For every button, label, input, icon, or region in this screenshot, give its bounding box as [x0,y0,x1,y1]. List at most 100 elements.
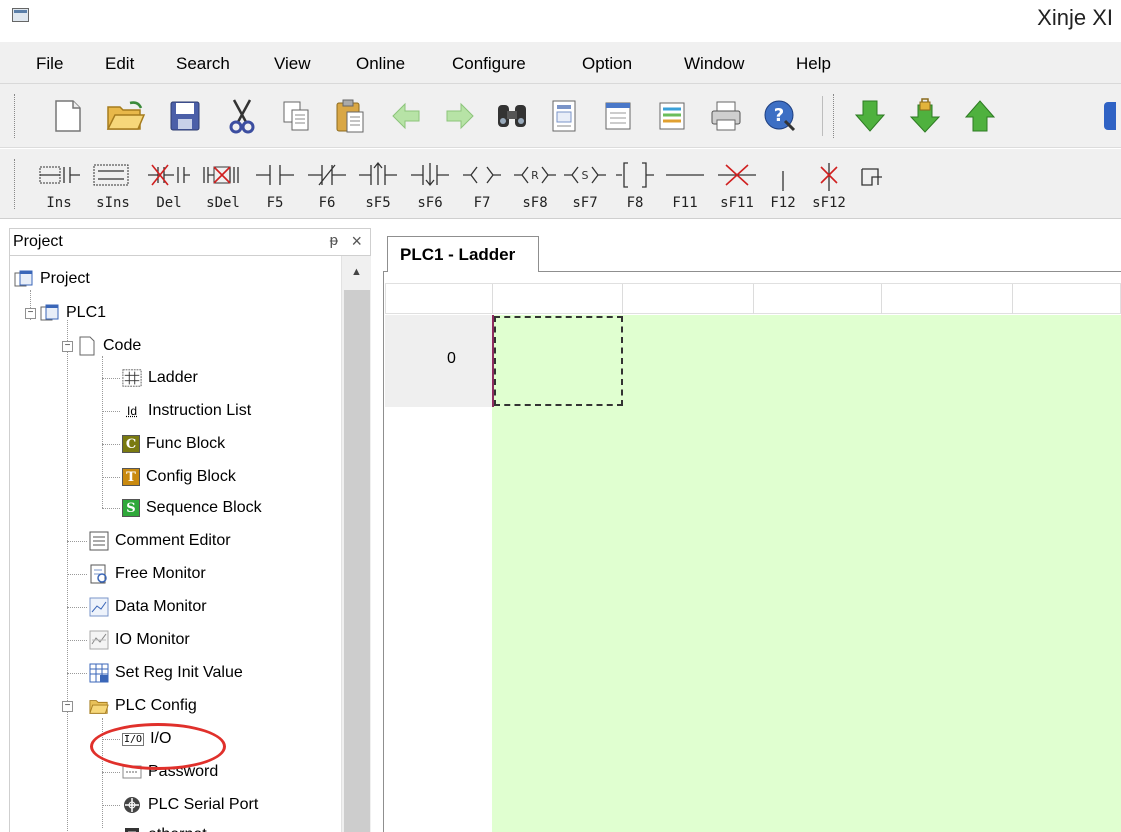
tree-connector [67,320,68,832]
menu-option[interactable]: Option [582,54,632,74]
menu-online[interactable]: Online [356,54,405,74]
instruction-button[interactable]: F8 [612,155,658,213]
compile-icon[interactable] [544,96,584,136]
tree-item-instruction-list[interactable]: Id Instruction List [122,396,251,426]
shift-insert-button[interactable]: sIns [90,155,136,213]
rising-edge-button[interactable]: sF5 [355,155,401,213]
tree-item-plc-serial-port[interactable]: PLC Serial Port [122,790,258,820]
list-icon[interactable] [652,96,692,136]
back-arrow-icon[interactable] [386,96,426,136]
tree-item-code[interactable]: Code [77,331,141,361]
tree-item-func-block[interactable]: C Func Block [122,429,225,459]
collapse-toggle[interactable]: − [62,701,73,712]
shift-delete-button[interactable]: sDel [200,155,246,213]
tab-plc1-ladder[interactable]: PLC1 - Ladder [387,236,539,272]
forward-arrow-icon[interactable] [440,96,480,136]
copy-icon[interactable] [276,96,316,136]
print-icon[interactable] [706,96,746,136]
plc-icon [40,303,60,323]
toolbar-grip[interactable] [833,94,836,138]
tree-item-comment-editor[interactable]: Comment Editor [89,526,231,556]
tree-label: Func Block [146,435,226,452]
delete-horizontal-line-button[interactable]: sF11 [714,155,760,213]
column-divider [492,284,493,314]
tree-label: Config Block [146,468,236,485]
reset-coil-button[interactable]: R sF8 [512,155,558,213]
tree-connector [102,772,120,773]
menu-configure[interactable]: Configure [452,54,526,74]
no-contact-button[interactable]: F5 [252,155,298,213]
close-icon[interactable]: × [351,231,362,252]
new-file-icon[interactable] [48,96,88,136]
menu-help[interactable]: Help [796,54,831,74]
standard-toolbar: ? [0,84,1121,148]
tree-item-sequence-block[interactable]: S Sequence Block [122,493,262,523]
delete-horizontal-line-label: sF11 [720,195,754,211]
tree-item-free-monitor[interactable]: Free Monitor [89,559,206,589]
no-contact-icon [256,165,294,185]
delete-button[interactable]: Del [146,155,192,213]
menu-file[interactable]: File [36,54,63,74]
nc-contact-button[interactable]: F6 [304,155,350,213]
set-coil-label: sF7 [572,195,598,211]
window-icon[interactable] [598,96,638,136]
vertical-line-icon [782,171,784,191]
tree-item-plc-config[interactable]: PLC Config [89,691,197,721]
tree-label: Ladder [148,369,198,386]
download-icon[interactable] [850,96,890,136]
tree-label: Data Monitor [115,598,207,615]
horizontal-line-button[interactable]: F11 [662,155,708,213]
menu-edit[interactable]: Edit [105,54,134,74]
row-header-empty [385,407,492,832]
set-coil-button[interactable]: S sF7 [562,155,608,213]
upload-icon[interactable] [960,96,1000,136]
row-header[interactable]: 0 [385,315,492,407]
scroll-thumb[interactable] [344,290,370,832]
vertical-line-label: F12 [770,195,796,211]
menu-search[interactable]: Search [176,54,230,74]
tree-item-ladder[interactable]: Ladder [122,363,198,393]
rising-edge-label: sF5 [365,195,391,211]
vertical-line-button[interactable]: F12 [760,155,806,213]
help-icon[interactable]: ? [760,96,800,136]
coil-button[interactable]: F7 [459,155,505,213]
tree-scrollbar[interactable]: ▲ [341,256,371,832]
tree-label: PLC Config [115,697,197,714]
tree-item-plc1[interactable]: PLC1 [40,298,106,328]
collapse-toggle[interactable]: − [25,308,36,319]
save-icon[interactable] [165,96,205,136]
paste-icon[interactable] [330,96,370,136]
tree-item-config-block[interactable]: T Config Block [122,462,236,492]
no-contact-label: F5 [266,195,284,211]
column-divider [881,284,882,314]
tree-item-ethernet[interactable]: ethernet [122,820,207,832]
tree-item-data-monitor[interactable]: Data Monitor [89,592,207,622]
reset-coil-icon: R [514,166,556,184]
toolbar-grip[interactable] [14,94,17,138]
tree-item-io-monitor[interactable]: IO Monitor [89,625,190,655]
collapse-toggle[interactable]: − [62,341,73,352]
open-folder-icon[interactable] [106,96,146,136]
project-panel-header: Project ᵽ × [9,228,371,256]
tree-item-set-reg-init-value[interactable]: Set Reg Init Value [89,658,243,688]
menu-window[interactable]: Window [684,54,744,74]
tree-connector [102,378,120,379]
menu-view[interactable]: View [274,54,311,74]
secure-download-icon[interactable] [905,96,945,136]
function-block-button[interactable] [858,155,888,213]
code-page-icon [77,336,97,356]
falling-edge-button[interactable]: sF6 [407,155,453,213]
cell-cursor[interactable] [494,316,623,406]
find-icon[interactable] [492,96,532,136]
monitor-icon[interactable] [1096,96,1121,136]
scroll-up-arrow-icon[interactable]: ▲ [351,266,362,278]
insert-button[interactable]: Ins [36,155,82,213]
delete-vertical-line-label: sF12 [812,195,846,211]
toolbar-grip[interactable] [14,159,17,209]
pin-icon[interactable]: ᵽ [330,232,338,249]
delete-vertical-line-icon [820,163,838,191]
window-title: Xinje XI [1037,5,1113,30]
delete-vertical-line-button[interactable]: sF12 [806,155,852,213]
cut-icon[interactable] [222,96,262,136]
tree-item-project[interactable]: Project [14,264,90,294]
